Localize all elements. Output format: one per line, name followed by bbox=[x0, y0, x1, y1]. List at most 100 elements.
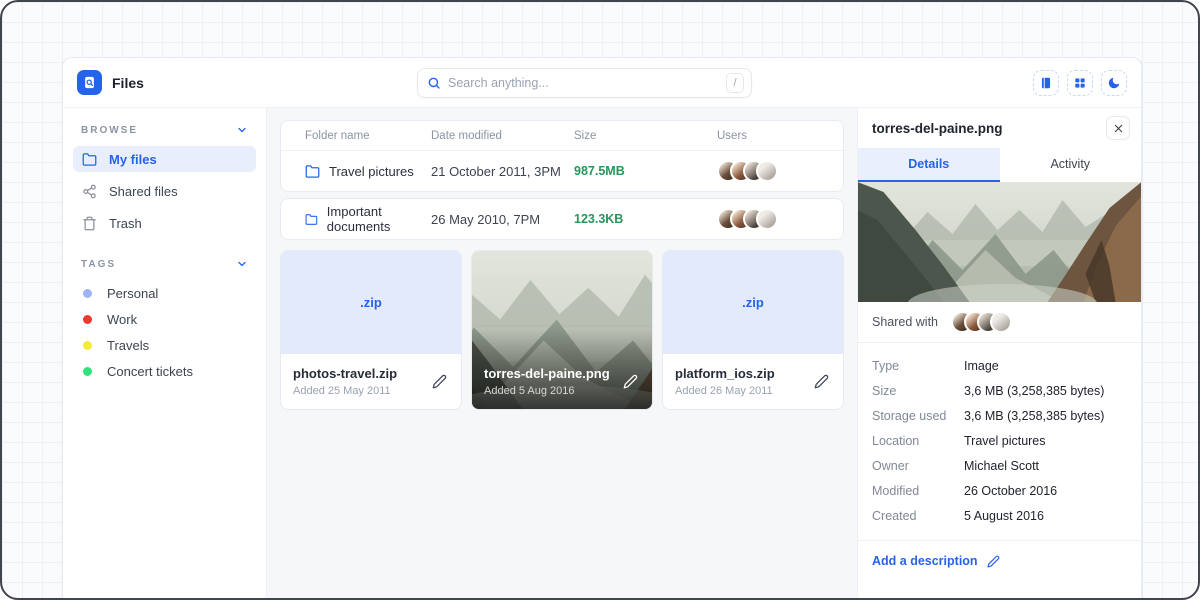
tag-label: Concert tickets bbox=[107, 364, 193, 379]
sidebar-item-shared-files[interactable]: Shared files bbox=[73, 178, 256, 204]
tag-travels[interactable]: Travels bbox=[73, 332, 256, 358]
tags-section-header[interactable]: TAGS bbox=[73, 258, 256, 270]
pencil-icon bbox=[432, 374, 447, 389]
tag-work[interactable]: Work bbox=[73, 306, 256, 332]
property-row: Storage used 3,6 MB (3,258,385 bytes) bbox=[872, 403, 1127, 428]
tab-activity[interactable]: Activity bbox=[1000, 148, 1142, 182]
file-name: photos-travel.zip bbox=[293, 366, 397, 381]
moon-icon bbox=[1107, 76, 1121, 90]
folder-icon bbox=[82, 152, 97, 167]
file-properties: Type Image Size 3,6 MB (3,258,385 bytes)… bbox=[858, 343, 1141, 541]
table-row[interactable]: Travel pictures 21 October 2011, 3PM 987… bbox=[281, 151, 843, 191]
browse-nav: My files Shared files Trash bbox=[73, 146, 256, 236]
file-card-grid: .zip photos-travel.zip Added 25 May 2011 bbox=[280, 250, 844, 410]
browse-section-header[interactable]: BROWSE bbox=[73, 124, 256, 136]
pencil-icon bbox=[987, 555, 1000, 568]
share-icon bbox=[82, 184, 97, 199]
avatar bbox=[756, 160, 778, 182]
grid-view-button[interactable] bbox=[1067, 70, 1093, 96]
pencil-icon bbox=[814, 374, 829, 389]
top-actions bbox=[1033, 70, 1127, 96]
top-bar: Files / bbox=[63, 58, 1141, 108]
file-card-photos-travel[interactable]: .zip photos-travel.zip Added 25 May 2011 bbox=[280, 250, 462, 410]
property-row: Type Image bbox=[872, 353, 1127, 378]
column-header: Date modified bbox=[431, 130, 574, 142]
column-header: Size bbox=[574, 130, 717, 142]
add-description-link[interactable]: Add a description bbox=[858, 541, 1141, 581]
pencil-icon bbox=[623, 374, 638, 389]
property-row: Created 5 August 2016 bbox=[872, 503, 1127, 528]
tag-label: Work bbox=[107, 312, 137, 327]
notebook-button[interactable] bbox=[1033, 70, 1059, 96]
tag-color-dot bbox=[83, 341, 92, 350]
search-input[interactable] bbox=[448, 76, 719, 90]
tag-personal[interactable]: Personal bbox=[73, 280, 256, 306]
table-header-row: Folder name Date modified Size Users bbox=[281, 121, 843, 151]
file-name: platform_ios.zip bbox=[675, 366, 775, 381]
tag-label: Travels bbox=[107, 338, 149, 353]
main-content: Folder name Date modified Size Users Tra… bbox=[267, 108, 857, 600]
tab-details[interactable]: Details bbox=[858, 148, 1000, 182]
tag-color-dot bbox=[83, 289, 92, 298]
search-shortcut-badge: / bbox=[726, 73, 744, 93]
details-panel: torres-del-paine.png Details Activity Sh… bbox=[857, 108, 1141, 600]
avatar bbox=[990, 311, 1012, 333]
rename-button[interactable] bbox=[621, 372, 640, 391]
property-row: Modified 26 October 2016 bbox=[872, 478, 1127, 503]
column-header: Users bbox=[717, 130, 819, 142]
property-row: Owner Michael Scott bbox=[872, 453, 1127, 478]
file-card-torres-del-paine[interactable]: torres-del-paine.png Added 5 Aug 2016 bbox=[471, 250, 653, 410]
app-logo-icon bbox=[77, 70, 102, 95]
zip-badge: .zip bbox=[663, 251, 843, 354]
table-row[interactable]: Important documents 26 May 2010, 7PM 123… bbox=[281, 199, 843, 239]
image-preview bbox=[858, 182, 1141, 302]
folder-name-cell: Important documents bbox=[305, 204, 431, 234]
folders-table: Folder name Date modified Size Users Tra… bbox=[280, 120, 844, 192]
folder-icon bbox=[305, 212, 318, 227]
app-title: Files bbox=[112, 75, 144, 91]
sidebar-item-label: Shared files bbox=[109, 184, 178, 199]
tags-section: TAGS Personal Work Travels bbox=[73, 258, 256, 384]
tags-section-label: TAGS bbox=[81, 259, 116, 270]
users-cell bbox=[717, 160, 819, 182]
property-row: Location Travel pictures bbox=[872, 428, 1127, 453]
tag-concert-tickets[interactable]: Concert tickets bbox=[73, 358, 256, 384]
sidebar: BROWSE My files Shared files Trash bbox=[63, 108, 267, 600]
close-icon bbox=[1113, 123, 1124, 134]
sidebar-item-label: My files bbox=[109, 152, 157, 167]
file-card-platform-ios[interactable]: .zip platform_ios.zip Added 26 May 2011 bbox=[662, 250, 844, 410]
date-modified-cell: 26 May 2010, 7PM bbox=[431, 212, 574, 227]
dark-mode-button[interactable] bbox=[1101, 70, 1127, 96]
brand: Files bbox=[77, 70, 417, 95]
search-box[interactable]: / bbox=[417, 68, 752, 98]
rename-button[interactable] bbox=[430, 372, 449, 391]
folder-name-cell: Travel pictures bbox=[305, 164, 431, 179]
chevron-down-icon[interactable] bbox=[236, 124, 248, 136]
file-added-date: Added 5 Aug 2016 bbox=[484, 385, 610, 397]
shared-with-label: Shared with bbox=[872, 315, 938, 329]
sidebar-item-label: Trash bbox=[109, 216, 142, 231]
desktop-background: Files / bbox=[0, 0, 1200, 600]
avatar bbox=[756, 208, 778, 230]
tag-label: Personal bbox=[107, 286, 158, 301]
sidebar-item-my-files[interactable]: My files bbox=[73, 146, 256, 172]
rename-button[interactable] bbox=[812, 372, 831, 391]
property-row: Size 3,6 MB (3,258,385 bytes) bbox=[872, 378, 1127, 403]
chevron-down-icon[interactable] bbox=[236, 258, 248, 270]
browse-section-label: BROWSE bbox=[81, 125, 138, 136]
grid-icon bbox=[1073, 76, 1087, 90]
shared-with-avatars[interactable] bbox=[951, 311, 1012, 333]
folder-icon bbox=[305, 164, 320, 179]
files-app-window: Files / bbox=[62, 57, 1142, 600]
users-cell bbox=[717, 208, 819, 230]
file-name: torres-del-paine.png bbox=[484, 366, 610, 381]
panel-file-title: torres-del-paine.png bbox=[872, 121, 1003, 136]
tag-color-dot bbox=[83, 367, 92, 376]
tag-color-dot bbox=[83, 315, 92, 324]
sidebar-item-trash[interactable]: Trash bbox=[73, 210, 256, 236]
close-panel-button[interactable] bbox=[1106, 116, 1130, 140]
folders-table: Important documents 26 May 2010, 7PM 123… bbox=[280, 198, 844, 240]
notebook-icon bbox=[1039, 76, 1053, 90]
app-body: BROWSE My files Shared files Trash bbox=[63, 108, 1141, 600]
date-modified-cell: 21 October 2011, 3PM bbox=[431, 164, 574, 179]
